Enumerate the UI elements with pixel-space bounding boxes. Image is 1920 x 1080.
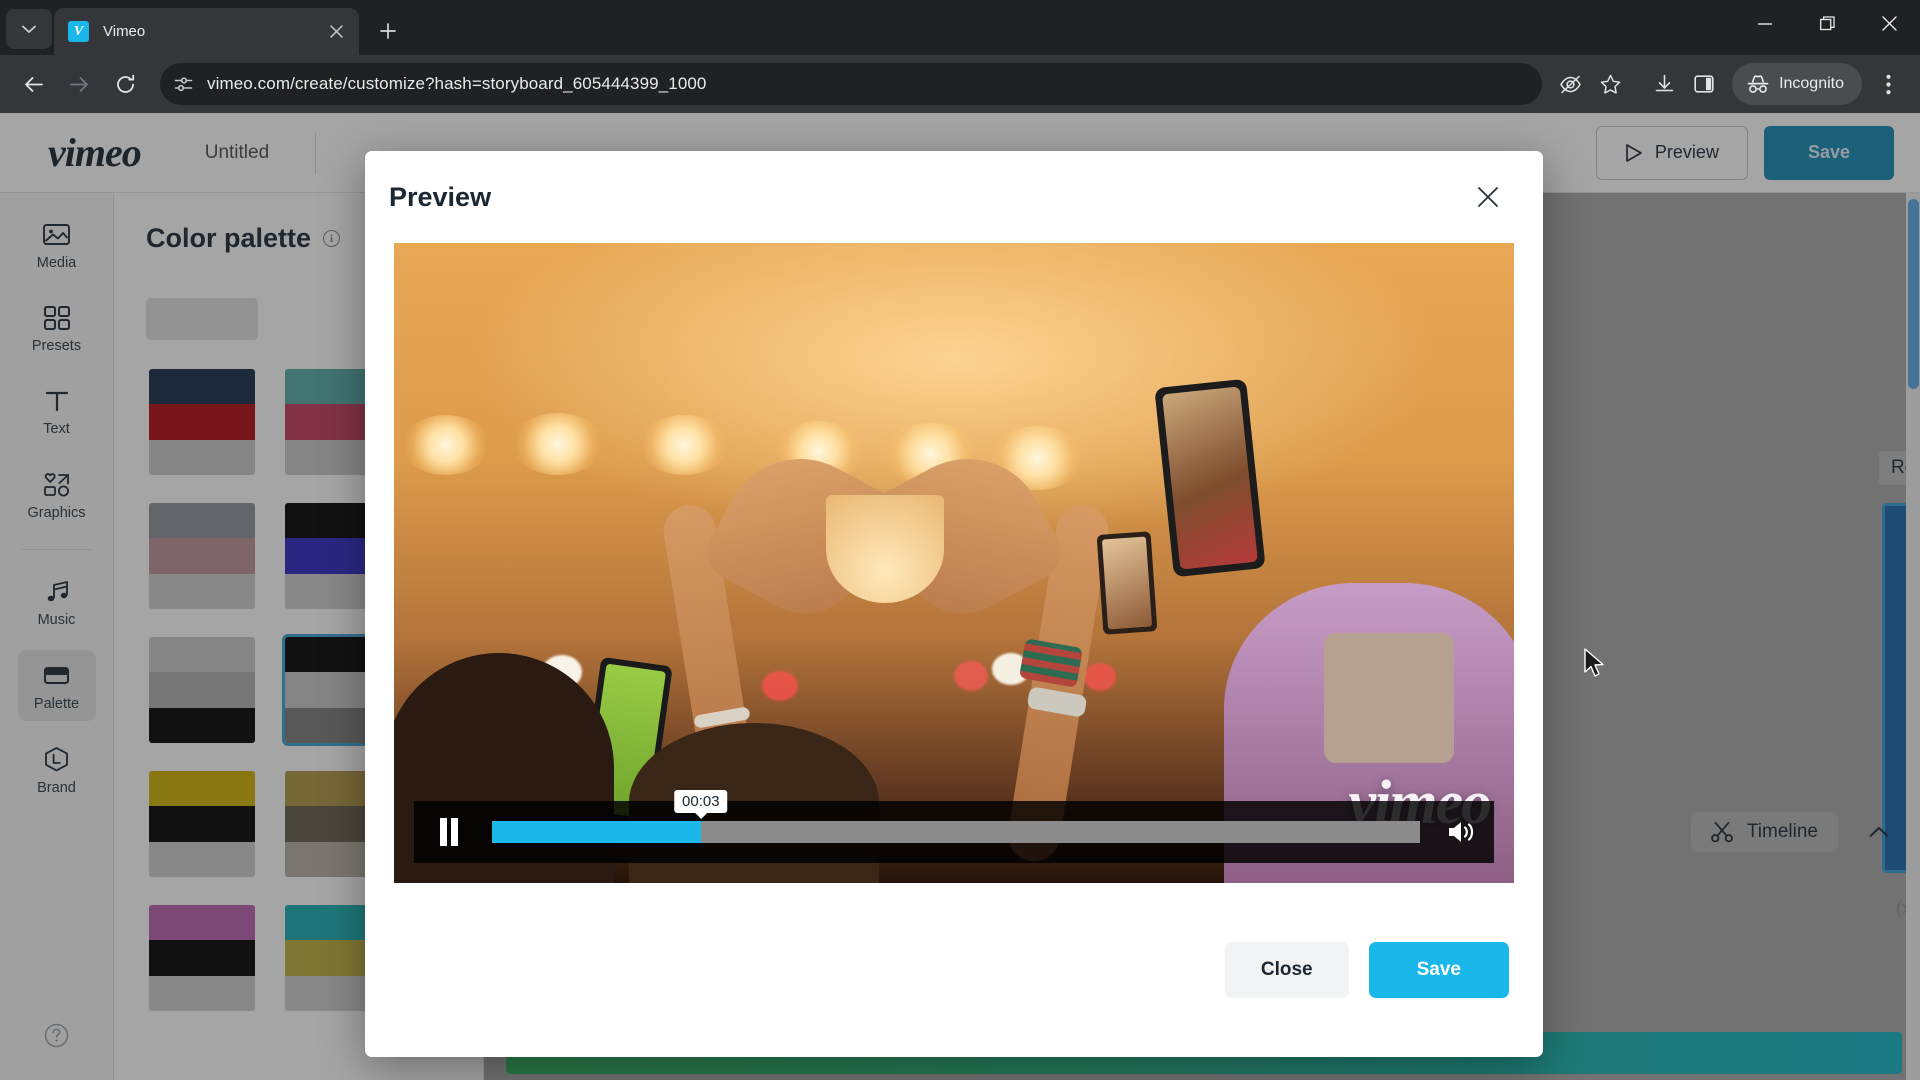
eye-slash-icon[interactable]	[1550, 64, 1590, 104]
chevron-down-icon	[22, 25, 36, 33]
volume-button[interactable]	[1428, 801, 1494, 863]
player-controls: 00:03	[394, 790, 1514, 863]
address-bar-url: vimeo.com/create/customize?hash=storyboa…	[207, 74, 707, 93]
wristband	[1018, 638, 1084, 688]
progress-track[interactable]: 00:03	[492, 790, 1420, 843]
download-icon[interactable]	[1644, 64, 1684, 104]
crowd-silhouette	[1324, 633, 1454, 763]
close-icon	[329, 25, 343, 38]
progress-fill	[492, 821, 701, 843]
video-frame: vimeo	[394, 243, 1514, 883]
phone-right	[1154, 378, 1266, 578]
save-button[interactable]: Save	[1368, 942, 1509, 998]
kebab-menu-icon	[1885, 74, 1891, 94]
bookmark-star-icon[interactable]	[1590, 64, 1630, 104]
modal-close-button[interactable]	[1467, 176, 1509, 218]
mouse-cursor	[1584, 648, 1604, 677]
progress-bar-container[interactable]: 00:03	[484, 790, 1428, 863]
minimize-icon	[1758, 22, 1772, 25]
pause-button[interactable]	[414, 801, 484, 863]
incognito-indicator[interactable]: Incognito	[1732, 63, 1862, 105]
heart-negative-space	[826, 495, 944, 603]
reload-icon	[116, 74, 134, 93]
back-button[interactable]	[12, 63, 54, 105]
volume-on-icon	[1449, 822, 1474, 842]
phone-small	[1096, 531, 1158, 635]
incognito-hat-icon	[1747, 75, 1769, 93]
browser-tab-vimeo[interactable]: V Vimeo	[54, 8, 359, 55]
video-player[interactable]: vimeo 00:03	[394, 243, 1514, 883]
current-time-tooltip: 00:03	[674, 790, 728, 813]
close-tab-button[interactable]	[323, 19, 349, 45]
vimeo-create-app: vimeo Untitled Preview Save Media Preset…	[0, 113, 1920, 1080]
modal-footer: Close Save	[365, 883, 1543, 1057]
browser-tab-strip: V Vimeo	[0, 0, 1920, 55]
reload-button[interactable]	[104, 63, 146, 105]
site-settings-icon[interactable]	[174, 75, 193, 94]
back-arrow-icon	[24, 76, 43, 92]
restore-icon	[1819, 16, 1835, 31]
tab-title: Vimeo	[103, 23, 146, 40]
preview-modal: Preview 00:03 Close Save	[365, 151, 1543, 1057]
incognito-label: Incognito	[1779, 75, 1844, 92]
close-button[interactable]: Close	[1224, 942, 1349, 998]
modal-header: Preview	[365, 151, 1543, 243]
plus-icon	[380, 23, 396, 39]
vimeo-favicon: V	[68, 21, 89, 42]
tab-search-button[interactable]	[6, 9, 52, 49]
window-controls	[1734, 0, 1920, 47]
window-close-button[interactable]	[1858, 0, 1920, 47]
window-minimize-button[interactable]	[1734, 0, 1796, 47]
address-bar[interactable]: vimeo.com/create/customize?hash=storyboa…	[160, 63, 1543, 105]
close-icon	[1478, 187, 1498, 207]
close-icon	[1881, 16, 1897, 31]
browser-toolbar: vimeo.com/create/customize?hash=storyboa…	[0, 55, 1920, 113]
forward-arrow-icon	[69, 76, 88, 92]
forward-button[interactable]	[58, 63, 100, 105]
window-restore-button[interactable]	[1796, 0, 1858, 47]
new-tab-button[interactable]	[369, 12, 407, 50]
browser-menu-button[interactable]	[1868, 64, 1908, 104]
modal-title: Preview	[389, 181, 492, 212]
pause-icon	[440, 818, 458, 846]
side-panel-icon[interactable]	[1684, 64, 1724, 104]
